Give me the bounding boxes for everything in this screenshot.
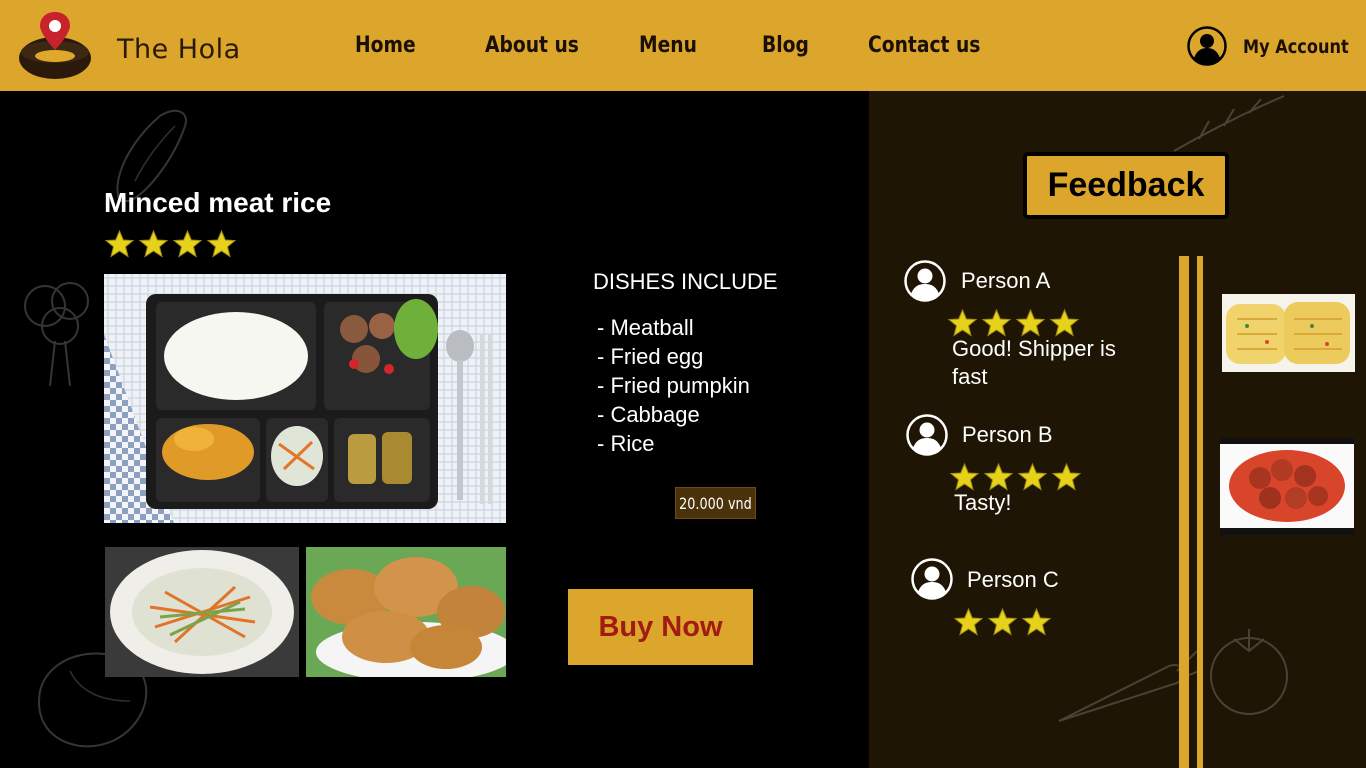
ingredient-item: - Fried egg — [597, 344, 704, 369]
star-icon — [1021, 607, 1052, 636]
dish-title: Minced meat rice — [104, 187, 332, 218]
brand-name: The Hola — [117, 34, 241, 65]
nav-blog[interactable]: Blog — [762, 33, 809, 58]
price-tag: 20.000 vnd — [675, 487, 756, 519]
dish-detail-section: Minced meat rice DISHES INCLUDE - Meatba… — [0, 91, 869, 768]
reviewer-name: Person C — [967, 567, 1059, 592]
review-comment: Tasty! — [954, 490, 1012, 515]
broccoli-doodle-icon — [24, 282, 89, 387]
dish-rating — [104, 229, 237, 259]
star-icon — [104, 229, 135, 258]
star-icon — [1015, 308, 1046, 337]
nav-about-us[interactable]: About us — [485, 33, 579, 58]
nav-home[interactable]: Home — [355, 33, 416, 58]
decorative-bar — [1179, 256, 1189, 768]
tomato-doodle-icon — [1210, 629, 1288, 715]
reviewer-name: Person B — [962, 422, 1053, 447]
star-icon — [981, 308, 1012, 337]
user-account-icon[interactable] — [1187, 26, 1227, 66]
nav-contact-us[interactable]: Contact us — [868, 33, 980, 58]
star-icon — [172, 229, 203, 258]
ingredient-item: - Cabbage — [597, 402, 700, 427]
star-icon — [947, 308, 978, 337]
user-avatar-icon — [904, 260, 946, 302]
reviewer-name: Person A — [961, 268, 1051, 293]
my-account-link[interactable]: My Account — [1243, 36, 1349, 58]
user-avatar-icon — [911, 558, 953, 600]
egg-roll-photo — [1222, 294, 1355, 372]
buy-now-button[interactable]: Buy Now — [568, 589, 753, 665]
review-rating — [947, 308, 1080, 338]
nav-menu[interactable]: Menu — [639, 33, 697, 58]
logo-icon[interactable] — [18, 12, 92, 80]
dishes-include-heading: DISHES INCLUDE — [593, 269, 778, 294]
review-rating — [949, 462, 1082, 492]
cabbage-salad-photo — [105, 547, 299, 677]
star-icon — [987, 607, 1018, 636]
user-avatar-icon — [906, 414, 948, 456]
top-nav-bar: The Hola Home About us Menu Blog Contact… — [0, 0, 1366, 91]
ingredient-item: - Meatball — [597, 315, 694, 340]
herb-doodle-icon — [1173, 95, 1285, 152]
meatball-photo — [1220, 438, 1354, 535]
ingredient-item: - Rice — [597, 431, 655, 456]
star-icon — [983, 462, 1014, 491]
price-value: 20.000 vnd — [679, 493, 752, 513]
decorative-bar — [1197, 256, 1203, 768]
feedback-heading: Feedback — [1023, 152, 1229, 219]
review-comment: Good! Shipper is fast — [952, 336, 1116, 389]
star-icon — [138, 229, 169, 258]
fried-chicken-photo — [306, 547, 506, 677]
carrot-doodle-icon — [1058, 650, 1199, 722]
feedback-panel: Feedback Person A Good! Shipper is fast … — [869, 91, 1366, 768]
review-rating — [953, 607, 1052, 637]
star-icon — [206, 229, 237, 258]
star-icon — [1017, 462, 1048, 491]
dish-main-photo — [104, 274, 506, 523]
star-icon — [953, 607, 984, 636]
star-icon — [1051, 462, 1082, 491]
star-icon — [949, 462, 980, 491]
dish-ingredients-list: - Meatball - Fried egg - Fried pumpkin -… — [597, 313, 750, 458]
star-icon — [1049, 308, 1080, 337]
ingredient-item: - Fried pumpkin — [597, 373, 750, 398]
